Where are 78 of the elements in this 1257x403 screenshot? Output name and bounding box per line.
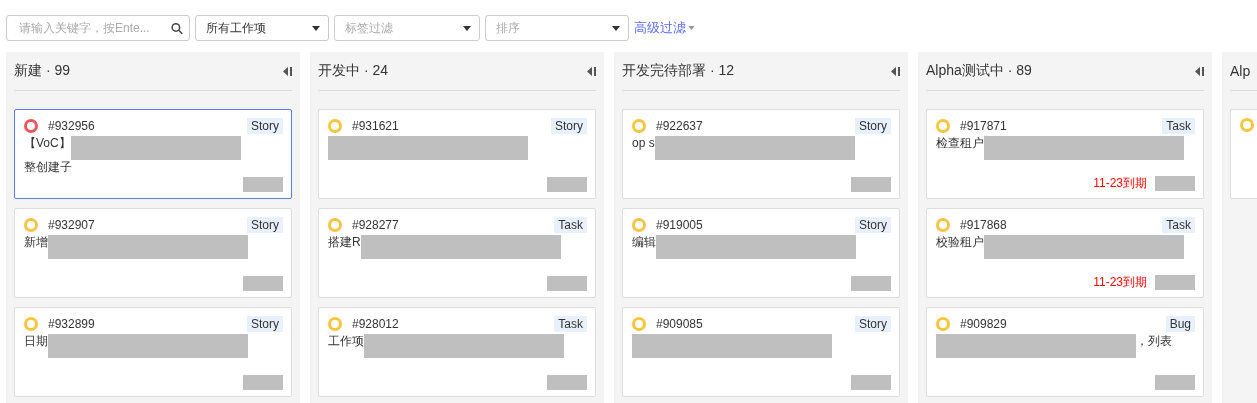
- item-id: #928012: [352, 317, 400, 331]
- collapse-icon[interactable]: [283, 66, 292, 76]
- card-title: op s: [632, 136, 655, 151]
- caret-icon: [612, 25, 620, 31]
- collapse-icon[interactable]: [587, 66, 596, 76]
- redacted-block: [547, 177, 587, 192]
- search-field[interactable]: 请输入关键字，按Ente...: [6, 15, 190, 41]
- type-tag: Story: [247, 316, 283, 332]
- type-tag: Task: [554, 217, 587, 233]
- due-date: 11-23到期: [1093, 274, 1147, 291]
- card-title: 整创建子: [24, 160, 72, 175]
- item-id: #932907: [48, 218, 96, 232]
- task-card[interactable]: #919005 Story 编辑: [622, 208, 900, 298]
- redacted-block: [1155, 375, 1195, 390]
- card-title: 日期: [24, 334, 48, 349]
- type-tag: Story: [551, 118, 587, 134]
- advanced-filter-link[interactable]: 高级过滤: [634, 19, 695, 37]
- item-id: #919005: [656, 218, 704, 232]
- caret-icon: [463, 25, 471, 31]
- type-tag: Bug: [1165, 316, 1195, 332]
- card-title: 工作项: [328, 334, 364, 349]
- task-card[interactable]: #922637 Story op s: [622, 109, 900, 199]
- redacted-block: [243, 276, 283, 291]
- column-title: Alp: [1230, 63, 1251, 79]
- redacted-block: [547, 375, 587, 390]
- type-tag: Story: [855, 217, 891, 233]
- item-id: #932956: [48, 119, 96, 133]
- task-card[interactable]: #909829 Bug ，列表: [926, 307, 1204, 397]
- card-title: 编辑: [632, 235, 656, 250]
- search-icon[interactable]: [171, 20, 183, 36]
- task-card[interactable]: #909085 Story: [622, 307, 900, 397]
- card-title: 新增: [24, 235, 48, 250]
- due-date: 11-23到期: [1093, 175, 1147, 192]
- type-tag: Story: [247, 118, 283, 134]
- caret-icon: [312, 25, 320, 31]
- column-title: Alpha测试中 · 89: [926, 62, 1032, 80]
- redacted-block: [1155, 275, 1195, 290]
- type-tag: Task: [1162, 217, 1195, 233]
- redacted-block: [243, 375, 283, 390]
- type-tag: Task: [554, 316, 587, 332]
- redacted-block: [851, 375, 891, 390]
- redacted-block: [547, 276, 587, 291]
- caret-icon: [688, 26, 695, 30]
- task-card[interactable]: #928277 Task 搭建R: [318, 208, 596, 298]
- task-card[interactable]: #931621 Story: [318, 109, 596, 199]
- redacted-block: [1155, 176, 1195, 191]
- filter-dropdown[interactable]: 所有工作项: [195, 15, 329, 41]
- redacted-block: [243, 177, 283, 192]
- redacted-block: [851, 177, 891, 192]
- collapse-icon[interactable]: [1195, 66, 1204, 76]
- item-id: #928277: [352, 218, 400, 232]
- card-title: 检查租户: [936, 136, 984, 151]
- task-card[interactable]: #928012 Task 工作项: [318, 307, 596, 397]
- task-card[interactable]: #917868 Task 校验租户 11-23到期: [926, 208, 1204, 298]
- type-tag: Story: [855, 118, 891, 134]
- item-id: #909085: [656, 317, 704, 331]
- collapse-icon[interactable]: [891, 66, 900, 76]
- redacted-block: [851, 276, 891, 291]
- task-card[interactable]: #932956 Story 【VoC】 整创建子: [14, 109, 292, 199]
- column-title: 开发完待部署 · 12: [622, 62, 734, 80]
- task-card[interactable]: #932907 Story 新增: [14, 208, 292, 298]
- column-title: 新建 · 99: [14, 62, 70, 80]
- card-title: 搭建R: [328, 235, 361, 250]
- type-tag: Story: [247, 217, 283, 233]
- item-id: #931621: [352, 119, 400, 133]
- type-tag: Story: [855, 316, 891, 332]
- task-card[interactable]: #932899 Story 日期: [14, 307, 292, 397]
- type-tag: Task: [1162, 118, 1195, 134]
- item-id: #917868: [960, 218, 1008, 232]
- item-id: #909829: [960, 317, 1008, 331]
- item-id: #917871: [960, 119, 1008, 133]
- card-title: 【VoC】: [24, 136, 71, 151]
- item-id: #922637: [656, 119, 704, 133]
- column-title: 开发中 · 24: [318, 62, 388, 80]
- task-card[interactable]: #917871 Task 检查租户 11-23到期: [926, 109, 1204, 199]
- card-title: ，列表: [1136, 334, 1172, 349]
- card-title: 校验租户: [936, 235, 984, 250]
- item-id: #932899: [48, 317, 96, 331]
